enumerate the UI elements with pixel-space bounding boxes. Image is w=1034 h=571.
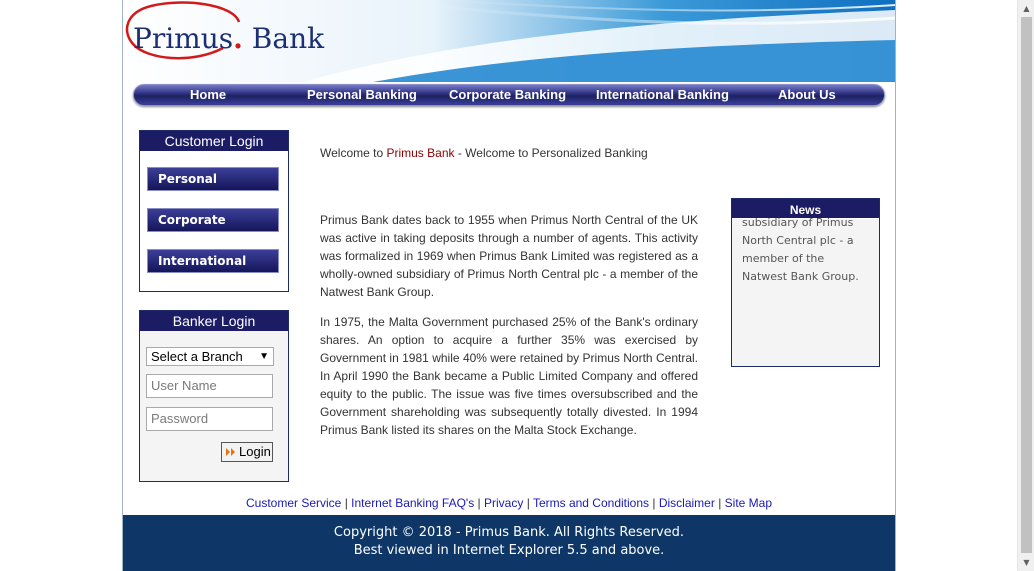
logo-name: Primus	[133, 22, 234, 55]
nav-about-us[interactable]: About Us	[778, 87, 836, 102]
main-nav: Home Personal Banking Corporate Banking …	[133, 84, 885, 108]
footer-link-disclaimer[interactable]: Disclaimer	[659, 496, 715, 510]
footer-link-customer-service[interactable]: Customer Service	[246, 496, 341, 510]
branch-select[interactable]: Select a Branch ▼	[146, 347, 274, 366]
news-ticker-text: subsidiary of Primus North Central plc -…	[742, 216, 859, 283]
footer-separator: |	[652, 496, 656, 510]
banker-login-submit-button[interactable]: Login	[221, 442, 273, 462]
welcome-suffix: - Welcome to Personalized Banking	[454, 146, 648, 160]
copyright-footer: Copyright © 2018 - Primus Bank. All Righ…	[123, 515, 895, 571]
footer-separator: |	[477, 496, 481, 510]
header-banner: Primus. Bank	[123, 0, 895, 82]
news-panel: News subsidiary of Primus North Central …	[731, 198, 880, 367]
footer-separator: |	[718, 496, 722, 510]
page-container: Primus. Bank Home Personal Banking Corpo…	[122, 0, 896, 571]
footer-separator: |	[526, 496, 530, 510]
banker-login-title: Banker Login	[140, 311, 288, 331]
international-login-button[interactable]: International	[147, 249, 279, 273]
chevron-down-icon: ▼	[259, 351, 269, 362]
bank-logo[interactable]: Primus. Bank	[133, 22, 324, 55]
double-arrow-icon	[226, 448, 235, 456]
logo-dot: .	[233, 22, 243, 55]
customer-login-title: Customer Login	[140, 131, 288, 151]
browser-note: Best viewed in Internet Explorer 5.5 and…	[353, 543, 665, 558]
corporate-login-button[interactable]: Corporate	[147, 208, 279, 232]
banker-login-submit-label: Login	[239, 444, 271, 459]
welcome-text: Welcome to Primus Bank - Welcome to Pers…	[320, 146, 648, 160]
nav-home[interactable]: Home	[190, 87, 226, 102]
footer-link-privacy[interactable]: Privacy	[484, 496, 523, 510]
nav-corporate-banking[interactable]: Corporate Banking	[449, 87, 566, 102]
personal-login-button[interactable]: Personal	[147, 167, 279, 191]
banker-login-panel: Banker Login Select a Branch ▼ User Name…	[139, 310, 289, 482]
footer-separator: |	[344, 496, 348, 510]
footer-link-site-map[interactable]: Site Map	[725, 496, 772, 510]
history-paragraph-1: Primus Bank dates back to 1955 when Prim…	[320, 213, 698, 299]
logo-suffix: Bank	[251, 22, 325, 55]
scroll-down-arrow-icon[interactable]: ▼	[1018, 554, 1034, 571]
nav-personal-banking[interactable]: Personal Banking	[307, 87, 417, 102]
scroll-up-arrow-icon[interactable]: ▲	[1018, 0, 1034, 17]
footer-links: Customer Service | Internet Banking FAQ'…	[123, 496, 895, 510]
nav-international-banking[interactable]: International Banking	[596, 87, 729, 102]
history-paragraph-2: In 1975, the Malta Government purchased …	[320, 315, 698, 437]
vertical-scrollbar[interactable]: ▲ ▼	[1017, 0, 1034, 571]
scrollbar-thumb[interactable]	[1021, 17, 1032, 553]
password-input[interactable]: Password	[146, 407, 273, 431]
copyright-text: Copyright © 2018 - Primus Bank. All Righ…	[333, 525, 685, 540]
footer-link-faqs[interactable]: Internet Banking FAQ's	[351, 496, 474, 510]
footer-link-terms[interactable]: Terms and Conditions	[533, 496, 649, 510]
welcome-brand: Primus Bank	[386, 146, 455, 160]
customer-login-panel: Customer Login Personal Corporate Intern…	[139, 130, 289, 292]
branch-select-value: Select a Branch	[151, 349, 243, 364]
welcome-prefix: Welcome to	[320, 146, 387, 160]
username-input[interactable]: User Name	[146, 374, 273, 398]
